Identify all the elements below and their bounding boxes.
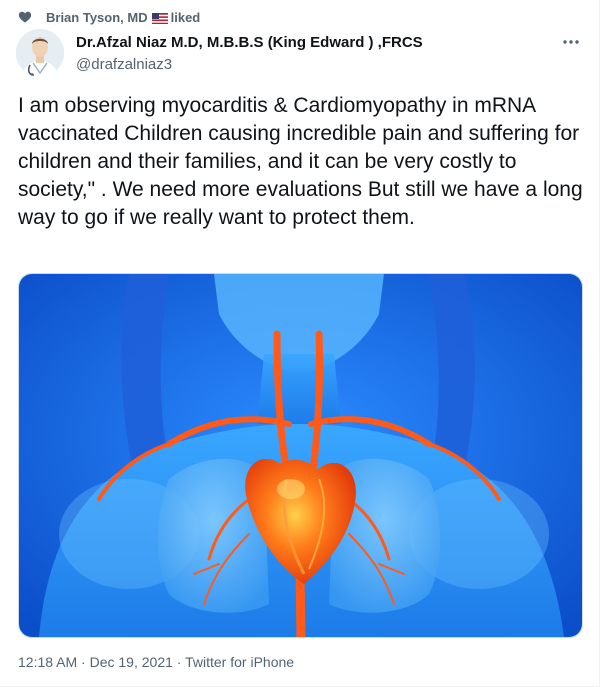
us-flag-icon <box>151 12 168 24</box>
tweet-meta: 12:18 AM · Dec 19, 2021 · Twitter for iP… <box>18 653 294 671</box>
liker-name[interactable]: Brian Tyson, MD <box>46 10 148 25</box>
author-display-name[interactable]: Dr.Afzal Niaz M.D, M.B.B.S (King Edward … <box>76 33 423 53</box>
author-handle[interactable]: @drafzalniaz3 <box>76 55 423 75</box>
avatar[interactable] <box>16 29 64 77</box>
tweet-text: I am observing myocarditis & Cardiomyopa… <box>18 94 583 229</box>
heart-icon <box>18 10 32 24</box>
heart-illustration-image <box>19 274 582 637</box>
more-dots-icon <box>563 40 579 44</box>
social-context: Brian Tyson, MD liked <box>18 8 200 26</box>
more-options-button[interactable] <box>557 32 585 52</box>
author-block[interactable]: Dr.Afzal Niaz M.D, M.B.B.S (King Edward … <box>76 33 423 75</box>
tweet-source[interactable]: Twitter for iPhone <box>185 654 294 670</box>
tweet-time[interactable]: 12:18 AM <box>18 654 77 670</box>
tweet-image[interactable] <box>18 273 583 638</box>
tweet-card[interactable]: Brian Tyson, MD liked Dr.Afzal Niaz M.D,… <box>0 0 600 687</box>
meta-separator: · <box>81 654 86 670</box>
like-action-label: liked <box>170 9 201 25</box>
meta-separator: · <box>176 654 182 670</box>
tweet-date[interactable]: Dec 19, 2021 <box>90 654 173 670</box>
